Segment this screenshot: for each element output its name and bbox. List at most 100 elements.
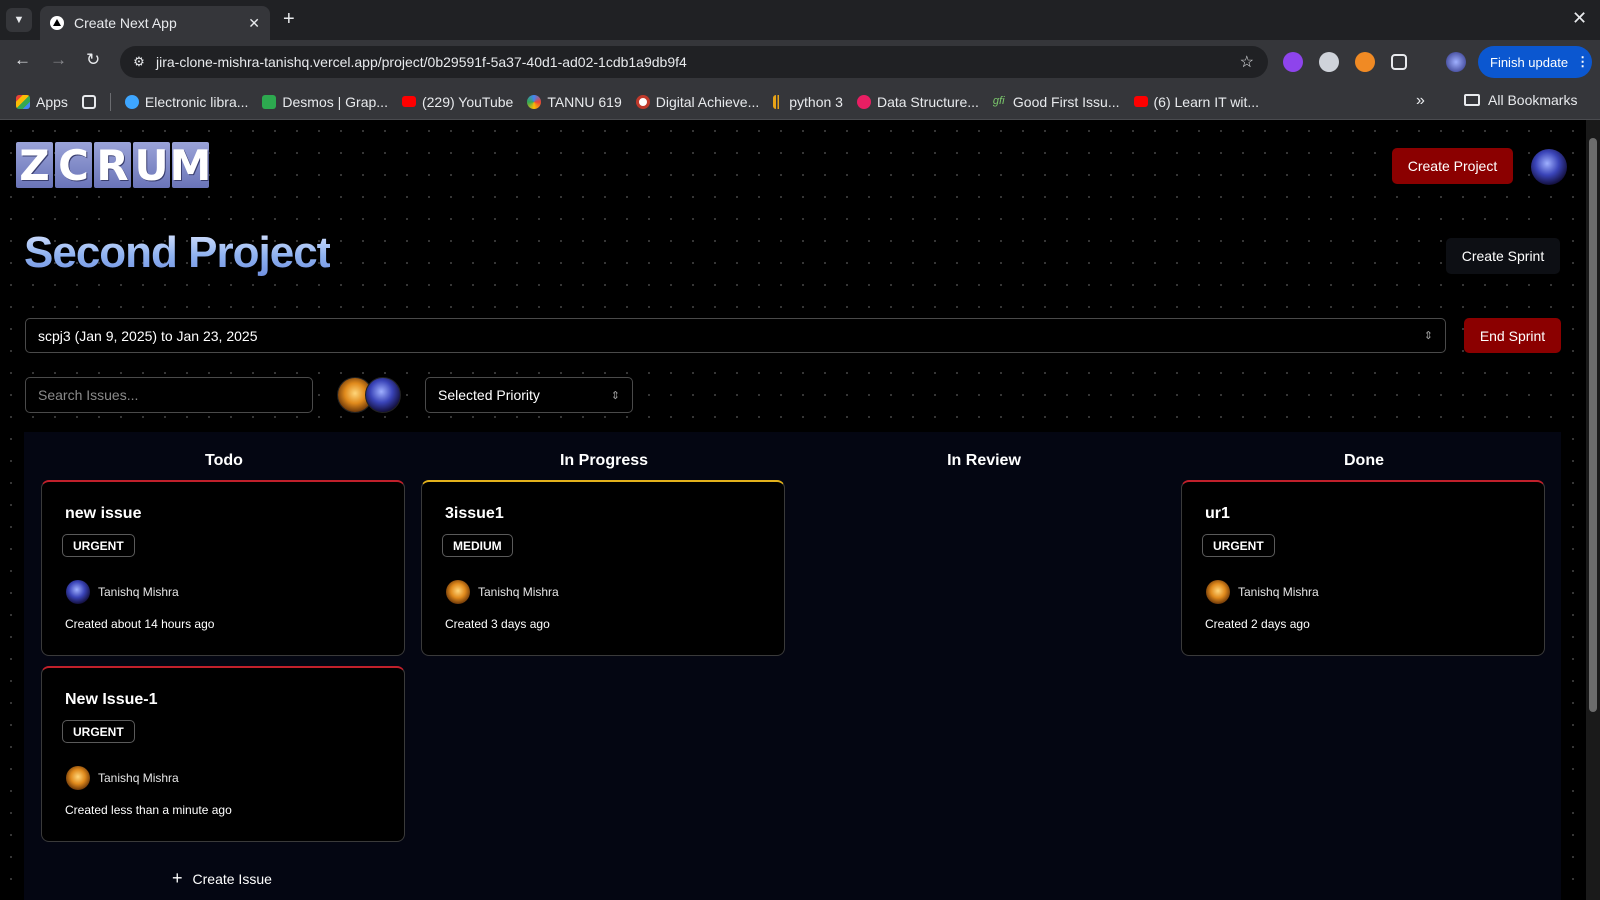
back-arrow-icon[interactable]: ← xyxy=(14,50,31,70)
assignee-avatar xyxy=(66,766,90,790)
bookmark-item[interactable]: Desmos | Grap... xyxy=(262,94,388,110)
bookmark-item[interactable]: (229) YouTube xyxy=(401,93,514,110)
folder-icon xyxy=(1464,94,1480,106)
tab-search-chevron-icon[interactable]: ▼ xyxy=(6,8,32,32)
priority-select-value: Selected Priority xyxy=(438,387,540,403)
chevron-up-down-icon: ⇕ xyxy=(1423,330,1433,342)
column-title-todo: Todo xyxy=(205,452,243,469)
assignee-name: Tanishq Mishra xyxy=(98,771,179,785)
url-text[interactable]: jira-clone-mishra-tanishq.vercel.app/pro… xyxy=(156,54,1240,70)
kebab-menu-icon[interactable]: ⋮ xyxy=(1576,54,1589,70)
forward-arrow-icon[interactable]: → xyxy=(50,50,67,70)
new-tab-plus-icon[interactable]: + xyxy=(283,8,295,31)
site-info-icon[interactable]: ⚙ xyxy=(130,53,148,71)
issue-title: 3issue1 xyxy=(445,505,504,522)
assignee-name: Tanishq Mishra xyxy=(478,585,559,599)
issue-title: ur1 xyxy=(1205,505,1230,522)
finish-update-button[interactable]: Finish update ⋮ xyxy=(1478,46,1592,78)
reload-icon[interactable]: ↻ xyxy=(86,50,100,70)
kanban-board: Todo In Progress In Review Done new issu… xyxy=(24,432,1561,900)
bookmark-item[interactable]: (6) Learn IT wit... xyxy=(1133,93,1260,110)
assignee-name: Tanishq Mishra xyxy=(98,585,179,599)
sprint-select[interactable]: scpj3 (Jan 9, 2025) to Jan 23, 2025 ⇕ xyxy=(25,318,1446,353)
priority-badge: MEDIUM xyxy=(442,534,513,557)
bookmark-separator xyxy=(109,92,111,111)
priority-badge: URGENT xyxy=(62,720,135,743)
page-scrollbar[interactable] xyxy=(1586,120,1600,900)
badge-icon xyxy=(635,94,650,109)
bookmark-label: Data Structure... xyxy=(876,93,979,110)
logo-letter: R xyxy=(94,141,131,190)
create-issue-label: Create Issue xyxy=(192,870,272,887)
bookmark-item[interactable]: Digital Achieve... xyxy=(635,93,760,110)
tab-title: Create Next App xyxy=(74,15,177,31)
issue-card[interactable]: New Issue-1 URGENT Tanishq Mishra Create… xyxy=(41,666,405,842)
zcrum-logo[interactable]: Z C R U M xyxy=(16,140,211,190)
created-time: Created 3 days ago xyxy=(445,617,550,631)
created-time: Created 2 days ago xyxy=(1205,617,1310,631)
bookmarks-bar: Apps Electronic libra... Desmos | Grap..… xyxy=(0,84,1600,120)
bookmark-label: Desmos | Grap... xyxy=(282,93,388,110)
column-title-in-review: In Review xyxy=(947,452,1021,469)
swirl-icon xyxy=(527,94,542,109)
created-time: Created about 14 hours ago xyxy=(65,617,215,631)
extension-sun-icon[interactable] xyxy=(1355,52,1375,72)
create-issue-button[interactable]: + Create Issue xyxy=(172,868,272,889)
bookmark-label: Digital Achieve... xyxy=(655,93,760,110)
python-icon xyxy=(773,94,784,109)
bookmark-item[interactable]: Data Structure... xyxy=(856,93,979,110)
bookmark-label: (229) YouTube xyxy=(421,93,514,110)
end-sprint-button[interactable]: End Sprint xyxy=(1464,318,1561,353)
bookmark-label: Apps xyxy=(36,93,68,110)
profile-avatar-icon[interactable] xyxy=(1446,52,1466,72)
address-bar[interactable]: ⚙ jira-clone-mishra-tanishq.vercel.app/p… xyxy=(120,46,1268,78)
priority-badge: URGENT xyxy=(1202,534,1275,557)
bookmark-item[interactable]: python 3 xyxy=(773,94,843,110)
extension-purple-icon[interactable] xyxy=(1283,52,1303,72)
vercel-favicon-icon xyxy=(50,16,64,30)
bookmark-label: TANNU 619 xyxy=(547,93,622,110)
bookmark-item[interactable]: gfi Good First Issu... xyxy=(993,94,1120,110)
scrollbar-thumb[interactable] xyxy=(1589,138,1597,712)
bookmark-label: Good First Issu... xyxy=(1012,93,1120,110)
created-time: Created less than a minute ago xyxy=(65,803,232,817)
column-title-done: Done xyxy=(1344,452,1384,469)
sprint-select-value: scpj3 (Jan 9, 2025) to Jan 23, 2025 xyxy=(38,327,258,344)
browser-tab-bar: ▼ Create Next App ✕ + ✕ xyxy=(0,0,1600,40)
issue-card[interactable]: new issue URGENT Tanishq Mishra Created … xyxy=(41,480,405,656)
logo-letter: Z xyxy=(16,141,53,190)
assignee-filter-avatar[interactable] xyxy=(365,377,401,413)
extensions-puzzle-icon[interactable] xyxy=(1391,54,1407,70)
user-avatar[interactable] xyxy=(1531,149,1567,185)
issue-title: New Issue-1 xyxy=(65,691,158,708)
more-bookmarks-chevron-icon[interactable]: » xyxy=(1416,92,1425,110)
issue-title: new issue xyxy=(65,505,142,522)
assignee-avatar xyxy=(66,580,90,604)
all-bookmarks-button[interactable]: All Bookmarks xyxy=(1464,92,1577,108)
close-tab-icon[interactable]: ✕ xyxy=(248,15,260,32)
create-sprint-button[interactable]: Create Sprint xyxy=(1446,238,1560,274)
logo-letter: U xyxy=(133,140,170,190)
finish-update-label: Finish update xyxy=(1490,54,1569,70)
browser-tab[interactable]: Create Next App ✕ xyxy=(40,6,270,40)
assignee-avatar xyxy=(446,580,470,604)
bookmark-label: python 3 xyxy=(789,93,843,110)
bookmark-label: (6) Learn IT wit... xyxy=(1153,93,1260,110)
create-project-button[interactable]: Create Project xyxy=(1392,148,1513,184)
youtube-icon xyxy=(401,96,416,107)
search-issues-input[interactable] xyxy=(25,377,313,413)
desmos-icon xyxy=(262,94,277,109)
bookmark-item[interactable]: TANNU 619 xyxy=(527,93,622,110)
bookmark-star-icon[interactable]: ☆ xyxy=(1240,52,1254,72)
bookmark-apps[interactable]: Apps xyxy=(16,94,68,110)
priority-select[interactable]: Selected Priority ⇕ xyxy=(425,377,633,413)
bookmark-item[interactable]: Electronic libra... xyxy=(124,94,248,110)
browser-toolbar: ← → ↻ ⚙ jira-clone-mishra-tanishq.vercel… xyxy=(0,40,1600,84)
extension-glasses-icon[interactable] xyxy=(1319,52,1339,72)
issue-card[interactable]: 3issue1 MEDIUM Tanishq Mishra Created 3 … xyxy=(421,480,785,656)
column-title-in-progress: In Progress xyxy=(559,452,649,469)
apps-grid-icon xyxy=(16,94,30,109)
issue-card[interactable]: ur1 URGENT Tanishq Mishra Created 2 days… xyxy=(1181,480,1545,656)
bookmark-grid[interactable] xyxy=(81,94,96,109)
window-close-icon[interactable]: ✕ xyxy=(1572,8,1587,29)
